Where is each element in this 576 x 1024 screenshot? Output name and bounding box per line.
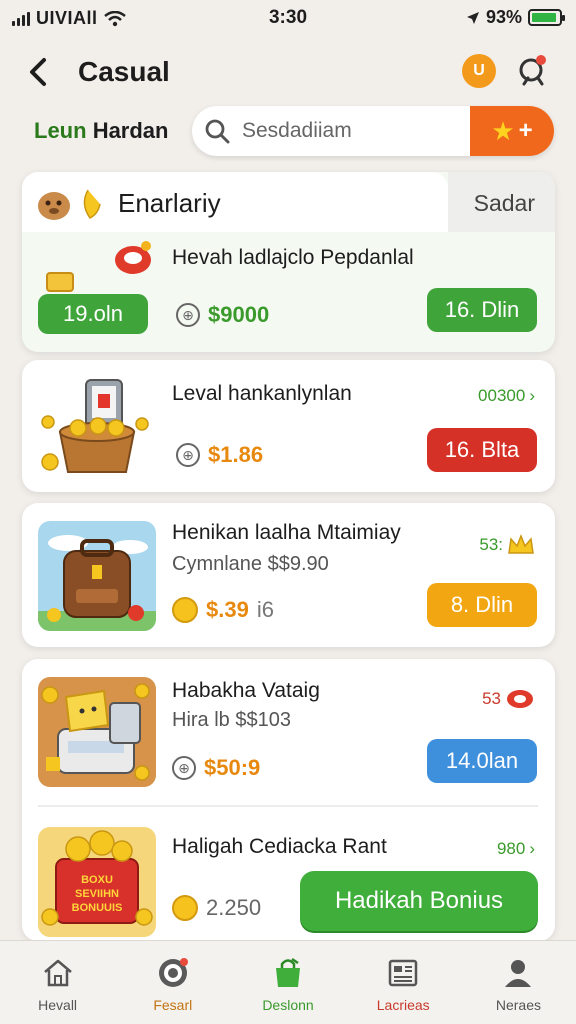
tag-icon: ⊕ xyxy=(172,756,196,780)
item-price-suffix: i6 xyxy=(256,597,274,622)
user-badge-button[interactable]: U xyxy=(462,54,496,88)
filter-row: Leun Hardan ★ + xyxy=(0,104,576,156)
item-meta[interactable]: 980 › xyxy=(497,839,535,859)
filter-label[interactable]: Leun Hardan xyxy=(34,118,168,144)
item-meta[interactable]: 53: xyxy=(479,533,535,557)
bonus-button[interactable]: Hadikah Bonius xyxy=(300,871,538,931)
nav-item-profile[interactable]: Neraes xyxy=(461,941,576,1024)
item-meta[interactable]: 53 xyxy=(482,687,535,711)
featured-price-row: ⊕ $9000 xyxy=(176,302,269,328)
tab-side-label: Sadar xyxy=(473,190,535,216)
featured-tab-title: Enarlariy xyxy=(118,188,221,218)
item-meta-value: 00300 xyxy=(478,386,526,405)
item-price-row: 2.250 xyxy=(172,895,261,921)
plus-icon: + xyxy=(518,117,533,144)
nav-label: Fesarl xyxy=(153,997,193,1013)
chevron-right-icon: › xyxy=(529,839,535,858)
item-action-button[interactable]: 16. Blta xyxy=(427,428,537,472)
battery-percent: 93% xyxy=(485,7,522,27)
item-price: $.39 xyxy=(206,597,249,622)
item-price-row: $.39 i6 xyxy=(172,597,274,623)
featured-tabs: Enarlariy Sadar xyxy=(22,172,555,232)
app-header: Casual U xyxy=(0,48,576,96)
list-item-group: Habakha Vataig Hira lb $$103 53 ⊕ $50:9 … xyxy=(22,659,555,941)
featured-left-pill[interactable]: 19.oln xyxy=(38,294,148,334)
featured-action-button[interactable]: 16. Dlin xyxy=(427,288,537,332)
tab-featured[interactable]: Enarlariy xyxy=(22,172,448,232)
search-icon xyxy=(519,55,546,86)
item-thumbnail xyxy=(38,521,156,631)
battery-icon xyxy=(528,9,565,26)
box-label-1: BOXU xyxy=(81,874,113,886)
search-input[interactable] xyxy=(242,119,462,143)
item-title: Leval hankanlynlan xyxy=(172,382,352,405)
tag-icon: ⊕ xyxy=(176,443,200,467)
item-meta[interactable]: 00300 › xyxy=(478,386,535,406)
nav-label: Lacrieas xyxy=(376,997,430,1013)
list-item[interactable]: Henikan laalha Mtaimiay Cymnlane $$9.90 … xyxy=(22,503,555,647)
item-meta-value: 53: xyxy=(479,535,503,554)
nav-item-featured[interactable]: Fesarl xyxy=(115,941,230,1024)
user-icon xyxy=(505,960,532,987)
coin-icon xyxy=(172,895,198,921)
item-subtitle: Hira lb $$103 xyxy=(172,709,291,731)
list-icon xyxy=(388,959,418,987)
status-right: 93% xyxy=(466,7,565,28)
home-icon xyxy=(43,959,72,987)
item-title: Haligah Cediacka Rant xyxy=(172,835,387,858)
crown-icon xyxy=(508,533,534,554)
location-arrow-icon xyxy=(466,11,479,24)
favorites-add-button[interactable]: ★ + xyxy=(470,106,554,156)
item-thumbnail: BOXU SEVIIHN BONUUIS xyxy=(38,827,156,937)
ticket-icon xyxy=(507,690,533,708)
status-bar: UIVIAll 3:30 93% xyxy=(0,0,576,36)
chevron-left-icon xyxy=(30,58,46,86)
item-thumbnail xyxy=(38,372,156,482)
nav-label: Neraes xyxy=(495,997,541,1013)
item-price-row: ⊕ $50:9 xyxy=(172,755,260,781)
item-action-button[interactable]: 8. Dlin xyxy=(427,583,537,627)
item-price: 2.250 xyxy=(206,895,262,920)
filter-label-dark: Hardan xyxy=(92,118,169,143)
tab-sadar[interactable]: Sadar xyxy=(448,172,555,232)
item-subtitle: Cymnlane $$9.90 xyxy=(172,553,329,575)
item-meta-value: 53 xyxy=(482,689,501,708)
item-title: Henikan laalha Mtaimiay xyxy=(172,521,401,544)
featured-item-title: Hevah ladlajclo Pepdanlal xyxy=(172,246,414,269)
search-bar: ★ + xyxy=(192,106,554,156)
box-label-2: SEVIIHN xyxy=(75,888,119,900)
item-price: $50:9 xyxy=(204,755,261,780)
featured-card[interactable]: Enarlariy Sadar Hevah ladlajclo Pepdanla… xyxy=(22,172,555,352)
item-price: $1.86 xyxy=(208,442,264,467)
box-label-3: BONUUIS xyxy=(72,902,123,914)
featured-price: $9000 xyxy=(208,302,270,327)
item-title: Habakha Vataig xyxy=(172,679,320,702)
search-icon xyxy=(192,106,242,156)
coin-stack-icon xyxy=(46,272,74,292)
coin-icon xyxy=(172,597,198,623)
filter-label-green: Leun xyxy=(34,118,87,143)
target-icon xyxy=(158,958,188,987)
nav-item-leaderboard[interactable]: Lacrieas xyxy=(346,941,461,1024)
shopping-bag-icon xyxy=(276,957,300,987)
nav-item-home[interactable]: Hevall xyxy=(0,941,115,1024)
search-notification-button[interactable] xyxy=(514,52,552,90)
page-title: Casual xyxy=(78,56,170,87)
item-thumbnail xyxy=(38,677,156,787)
item-meta-value: 980 xyxy=(496,839,526,858)
nav-label: Hevall xyxy=(38,997,78,1013)
tag-icon: ⊕ xyxy=(176,303,200,327)
back-button[interactable] xyxy=(20,54,56,90)
gift-icon xyxy=(108,236,158,278)
nav-label: Deslonn xyxy=(262,997,314,1013)
divider xyxy=(38,805,538,807)
item-price-row: ⊕ $1.86 xyxy=(176,442,263,468)
list-item[interactable]: Leval hankanlynlan 00300 › ⊕ $1.86 16. B… xyxy=(22,360,555,492)
item-action-button[interactable]: 14.0lan xyxy=(427,739,537,783)
nav-item-shop[interactable]: Deslonn xyxy=(230,941,345,1024)
chevron-right-icon: › xyxy=(529,386,535,405)
star-icon: ★ xyxy=(491,115,515,146)
mascot-icon xyxy=(36,186,108,230)
bottom-nav: Hevall Fesarl Deslonn Lacrieas Neraes xyxy=(0,940,576,1024)
